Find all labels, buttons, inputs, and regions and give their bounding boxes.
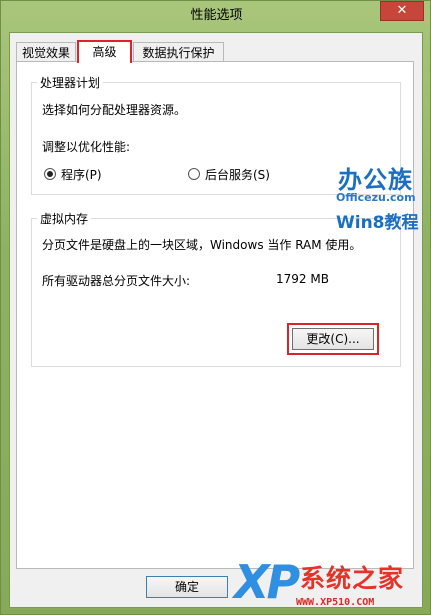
radio-programs[interactable] <box>44 168 56 180</box>
tab-advanced[interactable]: 高级 <box>77 40 132 63</box>
radio-programs-label[interactable]: 程序(P) <box>61 166 102 183</box>
adjust-label: 调整以优化性能: <box>42 140 131 154</box>
tab-strip: 视觉效果 高级 数据执行保护 <box>16 40 416 63</box>
officezu-win8: Win8教程 <box>336 213 419 233</box>
change-button-highlight: 更改(C)... <box>287 323 379 355</box>
ok-button[interactable]: 确定 <box>146 576 228 598</box>
processor-group-title: 处理器计划 <box>40 76 101 90</box>
dialog-client: 视觉效果 高级 数据执行保护 处理器计划 选择如何分配处理器资源。 调整以优化性… <box>9 32 423 608</box>
officezu-logo-text: 办公族 <box>338 166 413 194</box>
tab-visual-effects[interactable]: 视觉效果 <box>16 42 76 62</box>
virtual-memory-group-title: 虚拟内存 <box>40 212 89 226</box>
tab-dep[interactable]: 数据执行保护 <box>133 42 224 62</box>
xp-url: WWW.XP510.COM <box>296 597 375 608</box>
radio-background-services-label[interactable]: 后台服务(S) <box>205 166 270 183</box>
radio-selected-dot <box>47 171 53 177</box>
xp-logo-icon: XP <box>234 555 300 609</box>
virtual-memory-description: 分页文件是硬盘上的一块区域，Windows 当作 RAM 使用。 <box>42 238 362 252</box>
paging-total-label: 所有驱动器总分页文件大小: <box>42 274 191 288</box>
radio-background-services[interactable] <box>188 168 200 180</box>
window-frame: 性能选项 ✕ 视觉效果 高级 数据执行保护 处理器计划 选择如何分配处理器资源。… <box>0 0 431 615</box>
xp510-watermark: XP 系统之家 WWW.XP510.COM <box>234 555 431 615</box>
paging-total-value: 1792 MB <box>276 272 329 286</box>
close-icon: ✕ <box>396 3 408 18</box>
xp-brand-text: 系统之家 <box>300 564 405 593</box>
window-title: 性能选项 <box>190 8 243 23</box>
officezu-watermark: 办公族 Officezu.com Win8教程 <box>330 160 426 240</box>
close-button[interactable]: ✕ <box>380 1 424 21</box>
tab-panel-advanced: 处理器计划 选择如何分配处理器资源。 调整以优化性能: 程序(P) 后台服务(S… <box>16 61 414 569</box>
officezu-site: Officezu.com <box>336 191 416 204</box>
processor-description: 选择如何分配处理器资源。 <box>42 103 187 117</box>
change-button[interactable]: 更改(C)... <box>292 328 374 350</box>
